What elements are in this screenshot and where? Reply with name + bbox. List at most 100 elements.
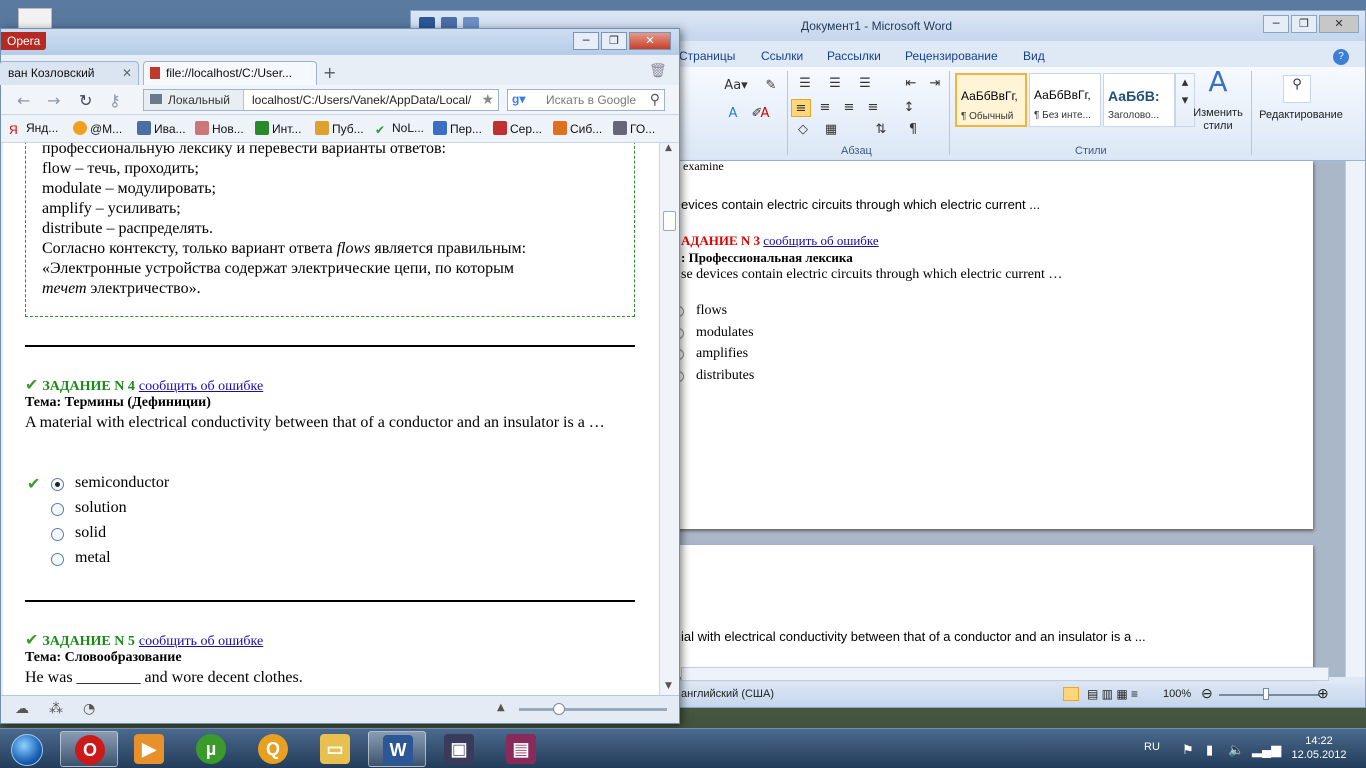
answer-label[interactable]: semiconductor	[75, 474, 169, 492]
bookmark-3[interactable]: Ива...	[137, 121, 186, 136]
word-vertical-scrollbar[interactable]	[1345, 161, 1365, 677]
language-indicator[interactable]: RU	[1144, 741, 1160, 753]
network-icon[interactable]: ▂▄▆	[1252, 742, 1281, 758]
taskbar-qip[interactable]: Q	[244, 731, 302, 767]
scroll-up-icon[interactable]: ▲	[665, 143, 672, 153]
change-styles-label[interactable]: Изменить стили	[1193, 107, 1243, 133]
taskbar-utorrent[interactable]: µ	[182, 731, 240, 767]
text-effects-icon[interactable]: A	[723, 105, 743, 123]
reload-icon[interactable]: ↻	[79, 91, 92, 110]
maximize-button[interactable]: ❐	[601, 32, 627, 50]
tab-view[interactable]: Вид	[1023, 49, 1045, 63]
decrease-indent-icon[interactable]: ⇤	[901, 75, 921, 93]
unite-icon[interactable]: ⁂	[49, 701, 63, 717]
volume-icon[interactable]: 🔈	[1228, 742, 1244, 758]
bookmark-7[interactable]: ✔ NoL...	[375, 121, 424, 137]
answer-label[interactable]: solution	[75, 499, 127, 517]
page-zoom-slider[interactable]	[519, 708, 667, 711]
zoom-slider-knob[interactable]	[1263, 688, 1269, 700]
address-url[interactable]: localhost/C:/Users/Vanek/AppData/Local/	[252, 93, 471, 107]
radio-semiconductor[interactable]	[51, 478, 64, 491]
speed-icon[interactable]: ◔	[83, 701, 95, 717]
close-button[interactable]: ✕	[629, 32, 671, 50]
search-field[interactable]: g▾ Искать в Google ⚲	[507, 89, 665, 111]
status-zoom[interactable]: 100%	[1163, 688, 1191, 700]
bookmark-10[interactable]: Сиб...	[553, 121, 602, 136]
tab-pages[interactable]: Страницы	[679, 49, 735, 63]
minimize-button[interactable]: ─	[1263, 15, 1289, 33]
print-layout-icon[interactable]	[1063, 687, 1079, 701]
align-right-icon[interactable]: ≡	[839, 99, 859, 117]
taskbar-word[interactable]: W	[368, 731, 426, 767]
maximize-button[interactable]: ❐	[1291, 15, 1317, 33]
bookmark-8[interactable]: Пер...	[433, 121, 482, 136]
report-error-link[interactable]: сообщить об ошибке	[139, 379, 263, 394]
scroll-down-icon[interactable]: ▼	[665, 681, 672, 691]
taskbar-explorer[interactable]: ▭	[306, 731, 364, 767]
word-horizontal-scrollbar[interactable]	[681, 667, 1329, 681]
radio-solution[interactable]	[51, 503, 64, 516]
tab-vk[interactable]: ван Козловский ✕	[0, 61, 139, 85]
back-icon[interactable]: ←	[17, 91, 30, 110]
forward-icon[interactable]: →	[47, 91, 60, 110]
page-zoom-knob[interactable]	[553, 703, 565, 715]
radio-solid[interactable]	[51, 528, 64, 541]
justify-icon[interactable]: ≡	[863, 99, 883, 117]
tab-references[interactable]: Ссылки	[761, 49, 803, 63]
taskbar-media-pro[interactable]: ▣	[430, 731, 488, 767]
change-styles-icon[interactable]: A	[1201, 68, 1235, 103]
address-bar[interactable]: Локальный localhost/C:/Users/Vanek/AppDa…	[143, 89, 499, 111]
taskbar-winrar[interactable]: ▤	[492, 731, 550, 767]
bookmark-9[interactable]: Сер...	[493, 121, 542, 136]
google-icon[interactable]: g▾	[512, 92, 525, 106]
bullets-icon[interactable]: ☰	[795, 75, 815, 93]
trash-icon[interactable]: 🗑	[649, 63, 667, 79]
numbering-icon[interactable]: ☰	[825, 75, 845, 93]
styles-more-icon[interactable]: ▴ ▾	[1175, 73, 1195, 127]
clock[interactable]: 14:22 12.05.2012	[1284, 734, 1354, 762]
zoom-out-icon[interactable]: ⊖	[1201, 685, 1213, 702]
status-language[interactable]: английский (США)	[681, 688, 774, 700]
doc-report-link[interactable]: сообщить об ошибке	[763, 233, 878, 248]
bookmark-5[interactable]: Инт...	[255, 121, 301, 136]
borders-icon[interactable]: ▦	[821, 121, 841, 139]
panel-toggle-icon[interactable]: ▲	[497, 702, 505, 713]
key-icon[interactable]: ⚷	[109, 91, 121, 110]
style-heading[interactable]: АаБбВ: Заголово...	[1103, 73, 1175, 127]
minimize-button[interactable]: ─	[573, 32, 599, 50]
close-tab-icon[interactable]: ✕	[122, 66, 132, 80]
new-tab-icon[interactable]: +	[323, 63, 336, 82]
help-icon[interactable]: ?	[1333, 49, 1349, 65]
start-button[interactable]	[2, 730, 52, 768]
search-icon[interactable]: ⚲	[650, 91, 660, 108]
multilevel-icon[interactable]: ☰	[855, 75, 875, 93]
bookmark-6[interactable]: Пуб...	[315, 121, 364, 136]
line-spacing-icon[interactable]: ↕	[899, 99, 919, 117]
taskbar-opera[interactable]: O	[60, 731, 118, 767]
view-mode-icons[interactable]: ▤ ▥ ▦ ≡	[1087, 687, 1138, 701]
clear-format-icon[interactable]: ✎	[761, 77, 781, 95]
zoom-in-icon[interactable]: ⊕	[1317, 685, 1329, 702]
radio-metal[interactable]	[51, 553, 64, 566]
cloud-icon[interactable]: ☁	[15, 701, 29, 717]
pilcrow-icon[interactable]: ¶	[903, 121, 923, 139]
font-color-icon[interactable]: A	[755, 105, 775, 123]
binoculars-icon[interactable]: ⚲	[1283, 75, 1311, 103]
sort-icon[interactable]: ⇅	[871, 121, 891, 139]
action-center-icon[interactable]: ⚑	[1182, 742, 1194, 758]
tab-mailings[interactable]: Рассылки	[827, 49, 881, 63]
battery-icon[interactable]: ▮	[1206, 742, 1213, 758]
tab-review[interactable]: Рецензирование	[905, 49, 998, 63]
scrollbar-thumb[interactable]	[663, 211, 676, 231]
bookmark-1[interactable]: Я Янд...	[9, 121, 58, 137]
answer-label[interactable]: solid	[75, 524, 106, 542]
zoom-slider[interactable]	[1219, 694, 1319, 696]
bookmark-2[interactable]: @М...	[73, 121, 122, 136]
opera-menu-button[interactable]: Opera	[1, 32, 47, 50]
increase-indent-icon[interactable]: ⇥	[925, 75, 945, 93]
star-icon[interactable]: ★	[481, 91, 494, 108]
answer-label[interactable]: metal	[75, 549, 111, 567]
address-badge[interactable]: Локальный	[144, 90, 244, 110]
align-center-icon[interactable]: ≡	[815, 99, 835, 117]
page-vertical-scrollbar[interactable]: ▲ ▼	[659, 143, 679, 695]
